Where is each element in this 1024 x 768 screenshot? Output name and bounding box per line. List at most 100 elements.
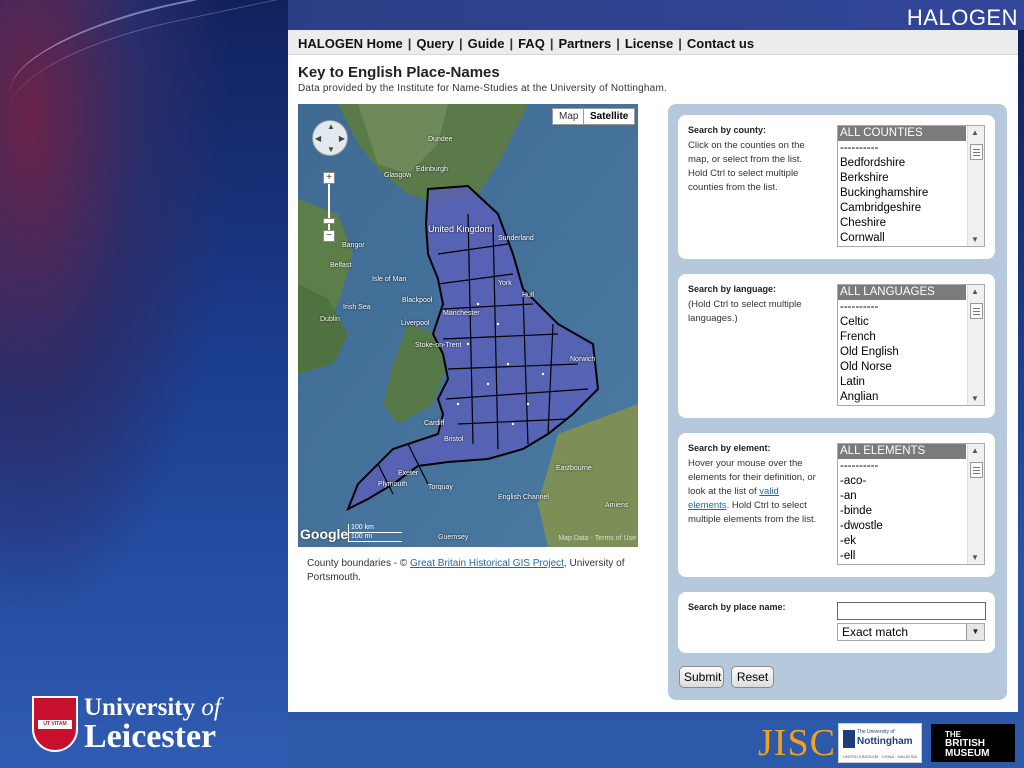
scroll-thumb[interactable] xyxy=(970,462,983,478)
bm-line3: MUSEUM xyxy=(945,748,990,759)
county-search-label: Search by county: xyxy=(688,125,767,135)
element-option[interactable]: -dwostle xyxy=(838,519,966,534)
pan-down-icon[interactable]: ▼ xyxy=(327,145,335,154)
element-list-scrollbar[interactable]: ▲ ▼ xyxy=(967,444,984,564)
county-option[interactable]: ---------- xyxy=(838,141,966,156)
map-terms-link[interactable]: Map Data - Terms of Use xyxy=(558,535,636,542)
language-option[interactable]: Latin xyxy=(838,375,966,390)
map-place-label: United Kingdom xyxy=(428,224,493,234)
element-option[interactable]: -aco- xyxy=(838,474,966,489)
map-pan-control[interactable]: ▲ ▼ ◀ ▶ xyxy=(312,120,348,156)
main-nav: HALOGEN Home | Query | Guide | FAQ | Partners | Li… xyxy=(288,30,1018,55)
language-search-label: Search by language: xyxy=(688,284,777,294)
map-place-label: Dublin xyxy=(320,316,340,323)
county-list-scrollbar[interactable]: ▲ ▼ xyxy=(967,126,984,246)
scroll-thumb[interactable] xyxy=(970,144,983,160)
map-place-label: Manchester xyxy=(443,310,480,317)
map-place-label: Eastbourne xyxy=(556,465,592,472)
language-option[interactable]: Old Norse xyxy=(838,360,966,375)
caption-prefix: County boundaries - © xyxy=(307,558,410,569)
map-place-label: Hull xyxy=(522,292,535,299)
chevron-down-icon[interactable]: ▼ xyxy=(966,624,984,640)
match-type-value: Exact match xyxy=(842,625,909,639)
language-option[interactable]: Celtic xyxy=(838,315,966,330)
county-select-list[interactable]: ALL COUNTIES ---------- Bedfordshire Ber… xyxy=(837,125,985,247)
pan-up-icon[interactable]: ▲ xyxy=(327,122,335,131)
element-option[interactable]: ALL ELEMENTS xyxy=(838,444,966,459)
scroll-up-icon[interactable]: ▲ xyxy=(971,446,979,455)
zoom-slider-handle[interactable] xyxy=(323,218,335,224)
language-option[interactable]: Anglian xyxy=(838,390,966,405)
language-option[interactable]: ---------- xyxy=(838,300,966,315)
nav-item-home[interactable]: HALOGEN Home xyxy=(298,36,403,51)
submit-button[interactable]: Submit xyxy=(679,666,724,688)
pan-right-icon[interactable]: ▶ xyxy=(339,134,345,143)
map-type-satellite-button[interactable]: Satellite xyxy=(583,108,636,125)
zoom-out-button[interactable]: − xyxy=(323,230,335,242)
county-option[interactable]: Cornwall xyxy=(838,231,966,246)
element-select-list[interactable]: ALL ELEMENTS ---------- -aco- -an -binde… xyxy=(837,443,985,565)
county-option[interactable]: Cambridgeshire xyxy=(838,201,966,216)
scroll-thumb[interactable] xyxy=(970,303,983,319)
scroll-up-icon[interactable]: ▲ xyxy=(971,287,979,296)
university-name-line2: Leicester xyxy=(84,718,217,755)
slide-left-background xyxy=(0,0,313,768)
language-option[interactable]: French xyxy=(838,330,966,345)
nav-item-faq[interactable]: FAQ xyxy=(518,36,545,51)
language-option[interactable]: Old English xyxy=(838,345,966,360)
scroll-down-icon[interactable]: ▼ xyxy=(971,394,979,403)
nottingham-logo: The University of Nottingham UNITED KING… xyxy=(838,723,922,763)
nav-item-contact[interactable]: Contact us xyxy=(687,36,754,51)
language-select-list[interactable]: ALL LANGUAGES ---------- Celtic French O… xyxy=(837,284,985,406)
university-word: University xyxy=(84,694,196,721)
element-option[interactable]: -ell xyxy=(838,549,966,564)
element-option[interactable]: -ek xyxy=(838,534,966,549)
scale-km: 100 km xyxy=(348,524,402,533)
map-place-label: Edinburgh xyxy=(416,166,448,173)
nav-item-license[interactable]: License xyxy=(625,36,673,51)
map-place-label: Sunderland xyxy=(498,235,534,242)
county-option[interactable]: Bedfordshire xyxy=(838,156,966,171)
scroll-up-icon[interactable]: ▲ xyxy=(971,128,979,137)
nav-separator: | xyxy=(407,36,412,51)
reset-button[interactable]: Reset xyxy=(731,666,774,688)
nav-item-partners[interactable]: Partners xyxy=(558,36,611,51)
zoom-in-button[interactable]: + xyxy=(323,172,335,184)
scroll-down-icon[interactable]: ▼ xyxy=(971,553,979,562)
county-map[interactable]: Dundee Glasgow Edinburgh Belfast Isle of… xyxy=(298,104,638,547)
language-list-scrollbar[interactable]: ▲ ▼ xyxy=(967,285,984,405)
of-word: of xyxy=(201,694,221,721)
map-place-label: Amiens xyxy=(605,502,629,509)
gis-project-link[interactable]: Great Britain Historical GIS Project xyxy=(410,558,564,569)
element-search-label: Search by element: xyxy=(688,443,771,453)
nav-separator: | xyxy=(678,36,682,51)
element-option[interactable]: -binde xyxy=(838,504,966,519)
match-type-select[interactable]: Exact match ▼ xyxy=(837,623,985,641)
place-name-input[interactable] xyxy=(837,602,986,620)
county-search-help: Click on the counties on the map, or sel… xyxy=(688,140,805,193)
map-place-label: Bangor xyxy=(342,242,365,249)
element-option[interactable]: ---------- xyxy=(838,459,966,474)
map-type-map-button[interactable]: Map xyxy=(552,108,586,125)
county-option[interactable]: Berkshire xyxy=(838,171,966,186)
google-logo: Google xyxy=(300,526,349,542)
nottingham-line1: The University of xyxy=(857,729,895,735)
county-option[interactable]: Buckinghamshire xyxy=(838,186,966,201)
county-option[interactable]: ALL COUNTIES xyxy=(838,126,966,141)
place-name-search-box: Search by place name: Exact match ▼ xyxy=(678,592,995,653)
map-place-label: Plymouth xyxy=(378,481,408,488)
map-place-label: Torquay xyxy=(428,484,453,491)
scroll-down-icon[interactable]: ▼ xyxy=(971,235,979,244)
pan-left-icon[interactable]: ◀ xyxy=(315,134,321,143)
map-place-label: Bristol xyxy=(444,436,464,443)
element-option[interactable]: -an xyxy=(838,489,966,504)
british-museum-logo: THE BRITISH MUSEUM xyxy=(931,724,1015,762)
map-place-label: Cardiff xyxy=(424,420,445,427)
nav-item-guide[interactable]: Guide xyxy=(468,36,505,51)
map-place-label: Norwich xyxy=(570,356,596,363)
language-option[interactable]: ALL LANGUAGES xyxy=(838,285,966,300)
nav-item-query[interactable]: Query xyxy=(416,36,454,51)
nav-separator: | xyxy=(509,36,514,51)
map-scale-bar: 100 km 100 mi xyxy=(348,524,402,542)
county-option[interactable]: Cheshire xyxy=(838,216,966,231)
